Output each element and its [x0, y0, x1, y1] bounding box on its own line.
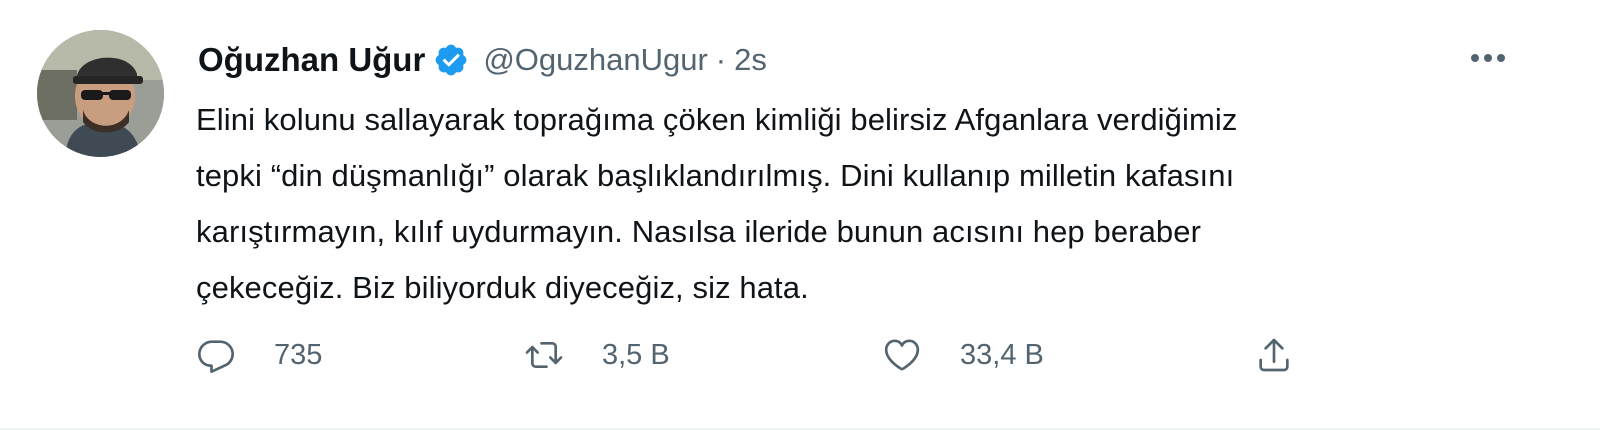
author-display-name[interactable]: Oğuzhan Uğur — [198, 41, 425, 79]
tweet-text-line: karıştırmayın, kılıf uydurmayın. Nasılsa… — [196, 214, 1202, 249]
retweet-button[interactable]: 3,5 B — [524, 330, 670, 380]
heart-icon — [882, 335, 922, 375]
tweet-actions: 735 3,5 B 33,4 B — [196, 330, 1516, 380]
avatar[interactable] — [37, 30, 164, 157]
share-icon — [1254, 335, 1294, 375]
author-handle[interactable]: @OguzhanUgur — [483, 42, 707, 78]
timestamp[interactable]: 2s — [734, 42, 767, 78]
tweet-text-line: tepki “din düşmanlığı” olarak başlıkland… — [196, 158, 1235, 193]
tweet-header: Oğuzhan Uğur @OguzhanUgur · 2s — [198, 38, 767, 82]
share-button[interactable] — [1254, 330, 1294, 380]
like-count: 33,4 B — [960, 338, 1044, 371]
more-options-button[interactable] — [1462, 40, 1514, 76]
retweet-icon — [524, 335, 564, 375]
reply-button[interactable]: 735 — [196, 330, 322, 380]
reply-icon — [196, 335, 236, 375]
tweet-text-line: Elini kolunu sallayarak toprağıma çöken … — [196, 102, 1238, 137]
retweet-count: 3,5 B — [602, 338, 670, 371]
tweet-card[interactable]: Oğuzhan Uğur @OguzhanUgur · 2s Elini kol… — [0, 0, 1600, 430]
profile-photo-icon — [37, 30, 164, 157]
verified-badge-icon — [433, 42, 469, 78]
more-icon — [1471, 54, 1505, 62]
tweet-text-line: çekeceğiz. Biz biliyorduk diyeceğiz, siz… — [196, 270, 809, 305]
reply-count: 735 — [274, 338, 323, 371]
separator-dot: · — [715, 42, 727, 77]
tweet-text: Elini kolunu sallayarak toprağıma çöken … — [196, 92, 1536, 316]
like-button[interactable]: 33,4 B — [882, 330, 1044, 380]
